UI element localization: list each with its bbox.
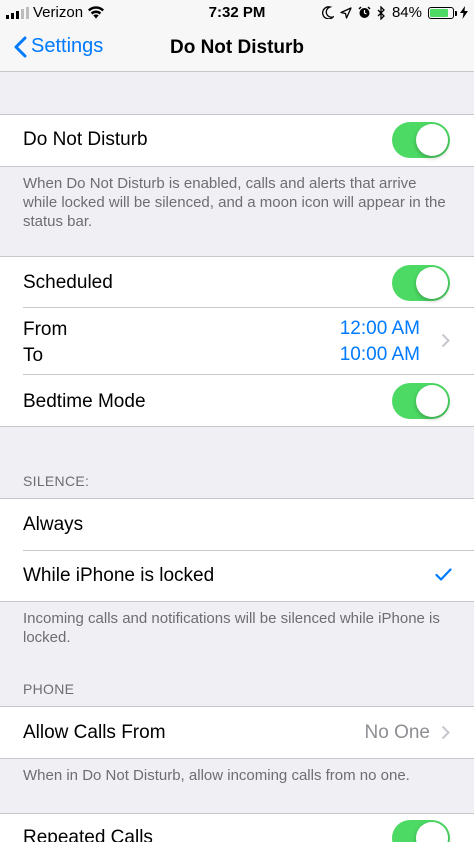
phone-footer: When in Do Not Disturb, allow incoming c…	[23, 767, 410, 784]
allow-calls-label: Allow Calls From	[23, 722, 166, 743]
chevron-right-icon	[441, 725, 450, 740]
status-bar: Verizon 7:32 PM 84%	[0, 0, 474, 26]
bedtime-label: Bedtime Mode	[23, 391, 146, 412]
moon-icon	[322, 6, 334, 19]
dnd-toggle[interactable]	[392, 122, 450, 158]
battery-icon	[428, 6, 457, 19]
from-label: From	[23, 319, 68, 340]
schedule-time-row[interactable]: From To 12:00 AM 10:00 AM	[0, 308, 474, 374]
to-time-value: 10:00 AM	[339, 344, 420, 365]
silence-option-while-locked[interactable]: While iPhone is locked	[0, 551, 474, 601]
dnd-row: Do Not Disturb	[0, 115, 474, 166]
status-bar-right: 84%	[322, 4, 468, 21]
silence-footer: Incoming calls and notifications will be…	[23, 610, 440, 646]
navigation-bar: Settings Do Not Disturb	[0, 26, 474, 72]
repeated-calls-label: Repeated Calls	[23, 827, 153, 842]
schedule-group: Scheduled From To 12:00 AM 10:00 AM Bedt…	[0, 257, 474, 426]
charging-icon	[460, 6, 468, 19]
silence-option-always[interactable]: Always	[0, 499, 474, 550]
page-title: Do Not Disturb	[169, 37, 305, 58]
repeated-calls-row: Repeated Calls	[0, 814, 474, 842]
silence-section-header: SILENCE:	[23, 473, 90, 489]
silence-option-label: While iPhone is locked	[23, 565, 215, 586]
location-icon	[340, 6, 352, 19]
scheduled-label: Scheduled	[23, 272, 113, 293]
phone-section-header: PHONE	[23, 681, 75, 697]
repeated-calls-toggle[interactable]	[392, 820, 450, 842]
from-time-value: 12:00 AM	[339, 318, 420, 339]
alarm-icon	[358, 6, 371, 18]
allow-calls-row[interactable]: Allow Calls From No One	[0, 707, 474, 758]
battery-percent: 84%	[391, 4, 422, 21]
bluetooth-icon	[377, 5, 385, 20]
to-label: To	[23, 345, 44, 366]
bedtime-toggle[interactable]	[392, 383, 450, 419]
checkmark-icon	[435, 568, 452, 581]
dnd-label: Do Not Disturb	[23, 129, 148, 150]
allow-calls-value: No One	[364, 722, 430, 743]
silence-option-label: Always	[23, 514, 84, 535]
scheduled-toggle[interactable]	[392, 265, 450, 301]
chevron-right-icon	[441, 333, 450, 348]
silence-group: Always While iPhone is locked	[0, 499, 474, 601]
dnd-footer: When Do Not Disturb is enabled, calls an…	[23, 175, 446, 230]
